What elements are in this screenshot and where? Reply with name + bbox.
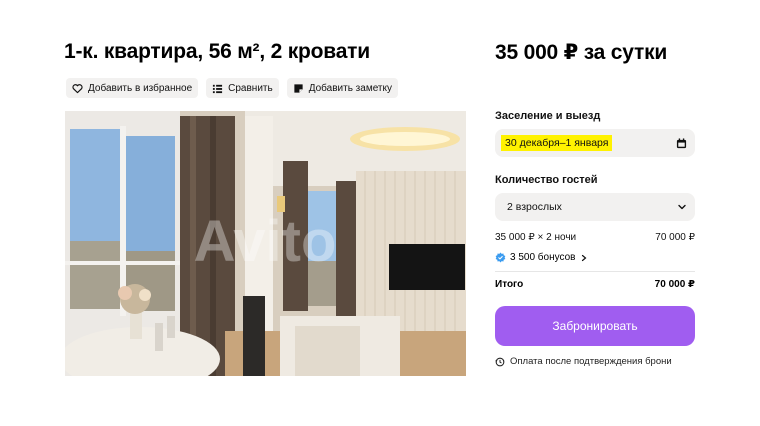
- bonus-icon: [495, 252, 506, 263]
- add-note-label: Добавить заметку: [308, 82, 392, 94]
- book-button[interactable]: Забронировать: [495, 306, 695, 346]
- chevron-down-icon: [678, 204, 686, 210]
- add-to-favorites-button[interactable]: Добавить в избранное: [66, 78, 199, 98]
- dates-value: 30 декабря–1 января: [501, 135, 613, 151]
- dates-field[interactable]: 30 декабря–1 января: [495, 129, 695, 157]
- bonus-text: 3 500 бонусов: [510, 252, 576, 263]
- nights-row: 35 000 ₽ × 2 ночи 70 000 ₽: [495, 232, 695, 243]
- listing-title: 1-к. квартира, 56 м², 2 кровати: [64, 40, 370, 63]
- guests-select[interactable]: 2 взрослых: [495, 193, 695, 221]
- divider: [495, 271, 695, 272]
- payment-note: Оплата после подтверждения брони: [495, 356, 695, 367]
- clock-refresh-icon: [495, 357, 505, 366]
- calendar-icon: [676, 137, 687, 148]
- payment-note-text: Оплата после подтверждения брони: [510, 356, 672, 367]
- guests-label: Количество гостей: [495, 174, 598, 186]
- listing-actions: Добавить в избранное Сравнить Добавить з…: [66, 78, 398, 98]
- heart-icon: [72, 83, 83, 93]
- add-to-favorites-label: Добавить в избранное: [88, 82, 193, 94]
- compare-icon: [213, 84, 223, 93]
- photo-watermark: Avito: [194, 209, 337, 274]
- add-note-button[interactable]: Добавить заметку: [286, 78, 398, 98]
- total-row: Итого 70 000 ₽: [495, 279, 695, 290]
- listing-price: 35 000 ₽ за сутки: [495, 41, 668, 64]
- compare-label: Сравнить: [228, 82, 273, 94]
- compare-button[interactable]: Сравнить: [206, 78, 279, 98]
- booking-panel: Заселение и выезд 30 декабря–1 января Ко…: [495, 110, 695, 367]
- nights-calculation: 35 000 ₽ × 2 ночи: [495, 232, 577, 243]
- total-value: 70 000 ₽: [654, 279, 695, 290]
- nights-total: 70 000 ₽: [655, 232, 695, 243]
- total-label: Итого: [495, 279, 524, 290]
- dates-label: Заселение и выезд: [495, 110, 601, 122]
- chevron-right-icon: [581, 254, 586, 261]
- apartment-photo[interactable]: Avito: [65, 111, 466, 376]
- bonus-link[interactable]: 3 500 бонусов: [495, 252, 695, 263]
- guests-value: 2 взрослых: [507, 201, 562, 213]
- note-icon: [294, 83, 303, 93]
